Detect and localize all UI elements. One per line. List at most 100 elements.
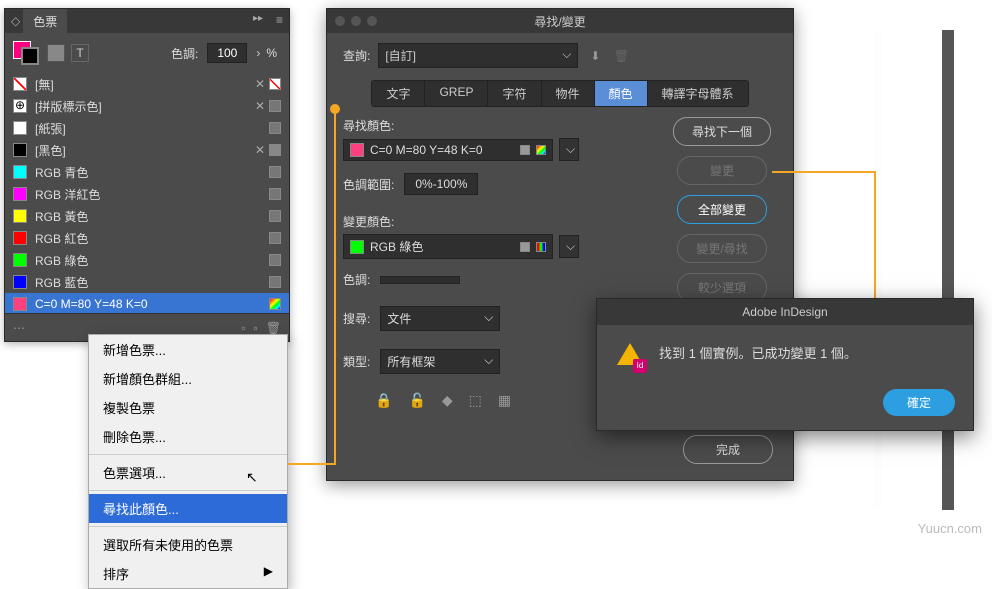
- color-mode-icon: [269, 166, 281, 178]
- connector-line: [772, 171, 876, 173]
- change-find-button[interactable]: 變更/尋找: [677, 234, 767, 263]
- find-color-dropdown[interactable]: ⌵: [559, 138, 579, 161]
- tab-顏色[interactable]: 顏色: [595, 81, 648, 106]
- swatch-row[interactable]: RGB 藍色: [5, 271, 289, 293]
- color-mode-icon: [269, 78, 281, 90]
- alert-title: Adobe InDesign: [597, 299, 973, 325]
- swatch-row[interactable]: RGB 紅色: [5, 227, 289, 249]
- zoom-light[interactable]: [367, 16, 377, 26]
- swatch-chip: [13, 143, 27, 157]
- swatch-name: [無]: [35, 76, 247, 93]
- tab-文字[interactable]: 文字: [372, 81, 425, 106]
- locked-stories-icon[interactable]: 🔓: [408, 392, 425, 409]
- chevron-down-icon: ⌵: [562, 47, 571, 64]
- change-all-button[interactable]: 全部變更: [677, 195, 767, 224]
- menu-separator: [89, 526, 287, 527]
- tint-label: 色調:: [171, 45, 198, 62]
- delete-query-icon[interactable]: 🗑: [612, 49, 630, 63]
- change-tint-row: 色調:: [343, 271, 655, 288]
- color-mode-icon: [269, 210, 281, 222]
- tab-物件[interactable]: 物件: [542, 81, 595, 106]
- traffic-lights[interactable]: [335, 16, 377, 26]
- ok-button[interactable]: 確定: [883, 389, 955, 416]
- swatch-row[interactable]: RGB 洋紅色: [5, 183, 289, 205]
- color-mode-icon: [269, 100, 281, 112]
- new-group-icon[interactable]: ▫: [241, 321, 245, 335]
- menu-item[interactable]: 排序▶: [89, 559, 287, 588]
- save-query-icon[interactable]: ⬇: [586, 49, 604, 63]
- swatch-name: C=0 M=80 Y=48 K=0: [35, 297, 261, 311]
- menu-item[interactable]: 刪除色票...: [89, 422, 287, 451]
- text-formatting-icon[interactable]: T: [71, 44, 89, 62]
- trash-icon[interactable]: 🗑: [266, 321, 281, 335]
- swatch-name: RGB 青色: [35, 164, 261, 181]
- swatch-row[interactable]: C=0 M=80 Y=48 K=0: [5, 293, 289, 315]
- new-swatch-icon[interactable]: ▫: [254, 321, 258, 335]
- tab-row: 文字GREP字符物件顏色轉譯字母體系: [327, 76, 793, 117]
- stroke-box[interactable]: [21, 47, 39, 65]
- menu-item[interactable]: 選取所有未使用的色票: [89, 530, 287, 559]
- query-select[interactable]: [自訂] ⌵: [378, 43, 578, 68]
- swatch-row[interactable]: [紙張]: [5, 117, 289, 139]
- search-select[interactable]: 文件 ⌵: [380, 306, 500, 331]
- change-color-label: 變更顏色:: [343, 213, 655, 230]
- dialog-title: 尋找/變更: [534, 13, 585, 30]
- panel-menu-icon[interactable]: ≡: [276, 13, 283, 27]
- locked-layers-icon[interactable]: 🔒: [375, 392, 392, 409]
- hidden-layers-icon[interactable]: ◆: [442, 392, 453, 409]
- find-next-button[interactable]: 尋找下一個: [673, 117, 771, 146]
- watermark: Yuucn.com: [918, 521, 982, 536]
- swatch-name: [拼版標示色]: [35, 98, 247, 115]
- tab-group: 文字GREP字符物件顏色轉譯字母體系: [371, 80, 748, 107]
- footnotes-icon[interactable]: ▦: [498, 392, 511, 409]
- swatch-chip: [13, 209, 27, 223]
- swatch-row[interactable]: RGB 黃色: [5, 205, 289, 227]
- change-tint-value[interactable]: [380, 276, 460, 284]
- query-value: [自訂]: [385, 47, 416, 64]
- swatch-name: RGB 洋紅色: [35, 186, 261, 203]
- change-button[interactable]: 變更: [677, 156, 767, 185]
- menu-item[interactable]: 複製色票: [89, 393, 287, 422]
- swatch-row[interactable]: RGB 青色: [5, 161, 289, 183]
- footer-icon[interactable]: ⋯: [13, 321, 25, 335]
- mode-icon: [520, 145, 530, 155]
- color-mode-icon: [269, 188, 281, 200]
- warning-icon: Id: [617, 343, 643, 369]
- swatch-row[interactable]: [黑色]✕: [5, 139, 289, 161]
- swatch-row[interactable]: [拼版標示色] ✕: [5, 95, 289, 117]
- master-pages-icon[interactable]: ⬚: [469, 392, 482, 409]
- swatches-tab[interactable]: 色票: [23, 9, 67, 34]
- tint-input[interactable]: [207, 43, 247, 63]
- type-select[interactable]: 所有框架 ⌵: [380, 349, 500, 374]
- swatch-row[interactable]: RGB 綠色: [5, 249, 289, 271]
- container-icon[interactable]: [47, 44, 65, 62]
- swatch-row[interactable]: [無]✕: [5, 73, 289, 95]
- collapse-icon[interactable]: ▸▸: [253, 13, 263, 24]
- tint-range-value[interactable]: 0%-100%: [404, 173, 478, 195]
- find-color-label: 尋找顏色:: [343, 117, 655, 134]
- swatch-chip: [13, 187, 27, 201]
- minimize-light[interactable]: [351, 16, 361, 26]
- swatch-row-icons: ✕: [255, 99, 281, 113]
- swatch-row-icons: [269, 122, 281, 134]
- find-color-row: C=0 M=80 Y=48 K=0 ⌵: [343, 138, 655, 161]
- menu-item[interactable]: 新增顏色群組...: [89, 364, 287, 393]
- tab-字符[interactable]: 字符: [488, 81, 541, 106]
- change-color-dropdown[interactable]: ⌵: [559, 235, 579, 258]
- menu-item[interactable]: 尋找此顏色...: [89, 494, 287, 523]
- close-light[interactable]: [335, 16, 345, 26]
- tab-轉譯字母體系[interactable]: 轉譯字母體系: [648, 81, 748, 106]
- chevron-down-icon: ⌵: [484, 353, 493, 370]
- menu-item[interactable]: 新增色票...: [89, 335, 287, 364]
- swatch-name: RGB 黃色: [35, 208, 261, 225]
- find-color-field[interactable]: C=0 M=80 Y=48 K=0: [343, 139, 553, 161]
- swatches-header: T 色調: › %: [5, 33, 289, 73]
- fill-stroke-control[interactable]: [13, 41, 41, 65]
- swatch-chip: [13, 99, 27, 113]
- done-button[interactable]: 完成: [683, 435, 773, 464]
- diamond-icon: ◇: [11, 14, 20, 28]
- tint-range-label: 色調範圍:: [343, 176, 394, 193]
- tint-dropdown-icon[interactable]: ›: [256, 46, 260, 60]
- tab-GREP[interactable]: GREP: [425, 81, 488, 106]
- change-color-field[interactable]: RGB 綠色: [343, 234, 553, 259]
